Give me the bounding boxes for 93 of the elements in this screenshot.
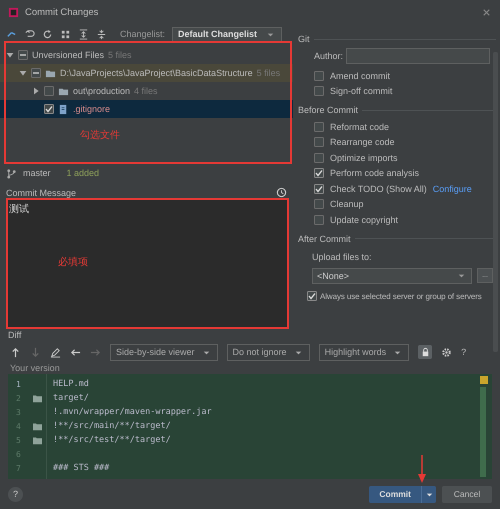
option-label: Cleanup — [330, 199, 364, 210]
settings-icon[interactable] — [441, 346, 452, 358]
refresh-icon[interactable] — [42, 28, 53, 40]
section-title: After Commit — [298, 234, 351, 244]
branch-name: master — [23, 168, 51, 178]
tree-row[interactable]: out\production 4 files — [0, 82, 293, 100]
changelist-dropdown[interactable]: Default Changelist — [172, 26, 282, 42]
option-label: Check TODO (Show All) — [330, 184, 427, 194]
folder-icon — [32, 394, 43, 402]
file-name: Unversioned Files — [32, 50, 104, 60]
option-label: Update copyright — [330, 214, 398, 225]
checkbox[interactable] — [314, 168, 324, 178]
expand-all-icon[interactable] — [78, 28, 89, 40]
checkbox[interactable] — [314, 199, 324, 210]
back-arrow-icon[interactable] — [70, 346, 81, 358]
help-button[interactable]: ? — [8, 486, 23, 502]
edit-icon[interactable] — [50, 346, 61, 358]
checkbox[interactable] — [314, 86, 324, 96]
scrollbar[interactable] — [480, 387, 486, 477]
collapse-all-icon[interactable] — [96, 28, 107, 40]
upload-label: Upload files to: — [311, 252, 373, 262]
file-name: D:\JavaProjects\JavaProject\BasicDataStructure — [60, 68, 253, 78]
code-line: ### STS ### — [53, 463, 110, 473]
author-label: Author: — [314, 51, 344, 61]
checkbox[interactable] — [44, 104, 54, 114]
checkbox[interactable] — [314, 214, 324, 225]
checkbox[interactable] — [307, 291, 317, 302]
checkbox[interactable] — [314, 137, 324, 148]
annotation-text: 必填项 — [58, 256, 88, 269]
tree-row[interactable]: Unversioned Files 5 files — [0, 46, 293, 64]
checkbox[interactable] — [44, 86, 54, 96]
checkbox[interactable] — [314, 70, 324, 81]
file-name: out\production — [73, 86, 130, 96]
option-label: Sign-off commit — [330, 86, 392, 96]
line-number: 1 — [16, 380, 22, 388]
author-field[interactable] — [346, 48, 490, 64]
file-count: 4 files — [134, 86, 158, 96]
branch-icon — [6, 168, 17, 178]
server-dropdown[interactable]: <None> — [312, 268, 472, 284]
code-line: !**/src/main/**/target/ — [53, 421, 171, 431]
close-icon[interactable] — [481, 6, 492, 18]
code-line: HELP.md — [53, 379, 89, 389]
commit-button[interactable]: Commit — [369, 486, 436, 502]
version-label: Your version — [9, 363, 61, 374]
up-arrow-icon[interactable] — [10, 346, 21, 358]
file-count: 5 files — [256, 68, 280, 78]
checkbox[interactable] — [314, 184, 324, 194]
commit-message-field[interactable]: 测试 — [8, 200, 110, 217]
app-icon — [8, 6, 19, 18]
dropdown[interactable]: Side-by-side viewer — [110, 344, 218, 360]
dropdown[interactable]: Highlight words — [318, 344, 410, 360]
lock-button[interactable] — [418, 345, 432, 359]
code-line: !**/src/test/**/target/ — [53, 435, 171, 445]
window-title: Commit Changes — [25, 6, 98, 18]
annotation-arrow — [418, 455, 426, 483]
triangle-icon[interactable] — [6, 51, 14, 59]
code-line: !.mvn/wrapper/maven-wrapper.jar — [53, 407, 212, 417]
section-title: Before Commit — [298, 105, 358, 115]
folder-icon — [32, 422, 43, 430]
section-title: Git — [298, 34, 310, 44]
option-label: Reformat code — [330, 122, 390, 132]
code-line: target/ — [53, 393, 89, 403]
configure-link[interactable]: Configure — [432, 184, 472, 194]
scrollbar[interactable] — [493, 52, 498, 352]
file-count: 5 files — [108, 50, 132, 60]
checkbox[interactable] — [314, 152, 324, 163]
option-label: Optimize imports — [330, 152, 398, 163]
triangle-icon[interactable] — [32, 87, 40, 95]
tree-row[interactable]: D:\JavaProjects\JavaProject\BasicDataStructure 5 files — [0, 64, 293, 82]
triangle-icon[interactable] — [19, 69, 27, 77]
option-label: Always use selected server or group of servers — [320, 292, 482, 301]
checkbox[interactable] — [314, 122, 324, 132]
dropdown[interactable]: Do not ignore — [226, 344, 310, 360]
tree-row[interactable]: .gitignore — [0, 100, 293, 118]
option-label: Amend commit — [330, 70, 390, 81]
help-link[interactable]: ? — [461, 347, 466, 357]
checkbox[interactable] — [18, 50, 28, 60]
annotation-text: 勾选文件 — [80, 128, 120, 142]
changelist-label: Changelist: — [120, 29, 166, 39]
file-name: .gitignore — [73, 104, 110, 114]
folder-icon — [32, 436, 43, 444]
diff-label[interactable]: Diff — [8, 330, 22, 340]
change-marker — [480, 376, 488, 384]
cancel-button[interactable]: Cancel — [442, 486, 492, 502]
checkbox[interactable] — [31, 68, 41, 78]
grid-icon[interactable] — [60, 28, 71, 40]
option-label: Perform code analysis — [330, 168, 420, 178]
change-status: 1 added — [66, 168, 100, 178]
option-label: Rearrange code — [330, 137, 395, 148]
history-icon[interactable] — [276, 187, 287, 198]
file-icon — [58, 104, 69, 114]
commit-message-label: Commit Message — [6, 188, 76, 198]
undo-icon[interactable] — [24, 28, 35, 40]
